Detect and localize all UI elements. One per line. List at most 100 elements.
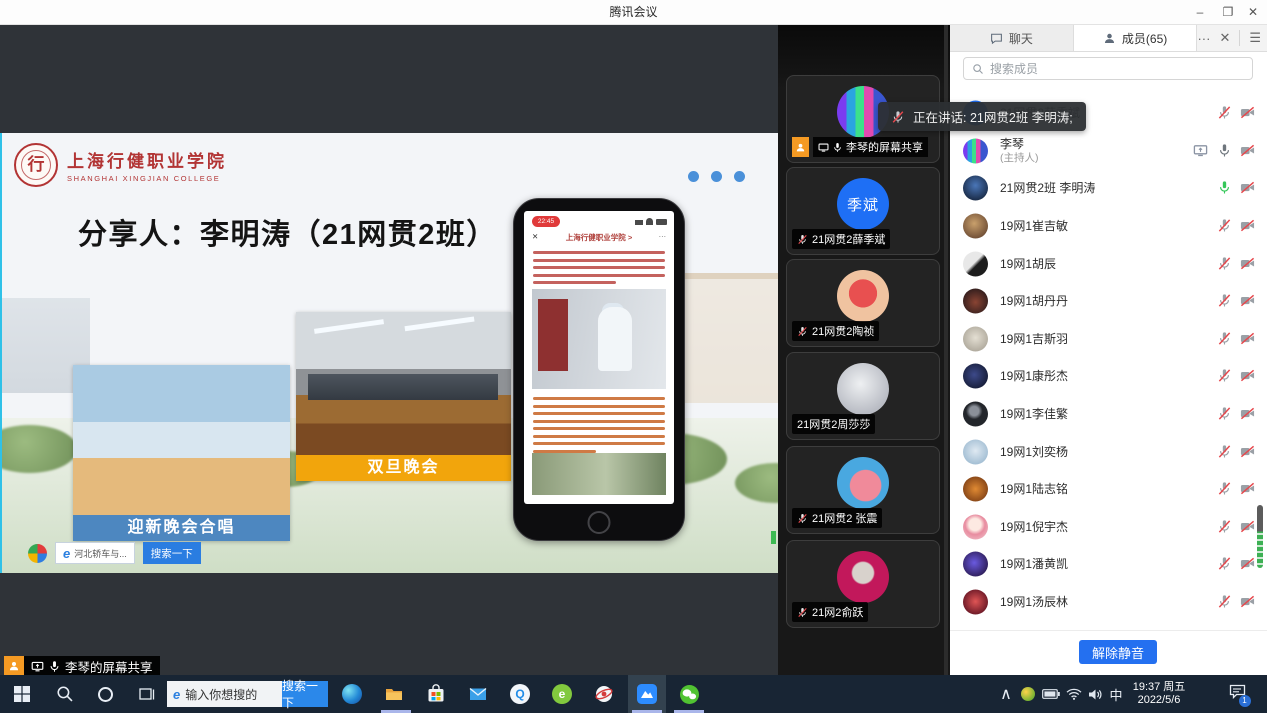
mic-muted-icon[interactable] (1217, 218, 1232, 233)
member-row[interactable]: 19网1汤辰林 (950, 583, 1267, 621)
tray-battery-icon[interactable] (1040, 675, 1062, 713)
panel-close-button[interactable]: ✕ (1219, 30, 1230, 46)
member-row[interactable]: 19网1胡丹丹 (950, 282, 1267, 320)
taskbar-app-wechat[interactable] (668, 675, 710, 713)
float-search-button[interactable]: 搜索一下 (143, 542, 201, 564)
camera-muted-icon[interactable] (1240, 218, 1255, 233)
member-row[interactable]: 19网1胡辰 (950, 245, 1267, 283)
360-logo-icon[interactable] (28, 544, 47, 563)
camera-muted-icon[interactable] (1240, 256, 1255, 271)
tray-expand-chevron-icon[interactable]: ∧ (996, 675, 1016, 713)
taskbar-app-qq-browser[interactable]: Q (499, 675, 541, 713)
participant-avatar (837, 551, 889, 603)
member-search-input[interactable]: 搜索成员 (963, 57, 1253, 80)
layout-menu-button[interactable]: ☰ (1249, 30, 1261, 46)
member-row[interactable]: 19网1康彤杰 (950, 357, 1267, 395)
member-row[interactable]: 19网1崔吉敏 (950, 207, 1267, 245)
taskbar-app-tencent-meeting[interactable] (626, 675, 668, 713)
member-row[interactable]: 19网1吉斯羽 (950, 320, 1267, 358)
taskbar-search-icon[interactable] (44, 675, 86, 713)
presenter-icon (792, 137, 809, 157)
tab-chat[interactable]: 聊天 (950, 25, 1074, 51)
camera-muted-icon[interactable] (1240, 444, 1255, 459)
mic-muted-icon[interactable] (1217, 481, 1232, 496)
mic-muted-icon[interactable] (797, 607, 808, 618)
member-avatar (963, 326, 988, 351)
mic-muted-icon[interactable] (797, 326, 808, 337)
tab-members[interactable]: 成员(65) (1074, 25, 1198, 51)
taskbar-search-button[interactable]: 搜索一下 (282, 681, 328, 707)
camera-muted-icon[interactable] (1240, 406, 1255, 421)
camera-muted-icon[interactable] (1240, 293, 1255, 308)
mic-muted-icon[interactable] (1217, 519, 1232, 534)
mic-muted-icon[interactable] (1217, 594, 1232, 609)
member-role: (主持人) (1000, 151, 1039, 165)
mic-muted-icon[interactable] (797, 234, 808, 245)
camera-muted-icon[interactable] (1240, 105, 1255, 120)
member-name: 19网1刘奕杨 (1000, 445, 1068, 459)
video-tile[interactable]: 季斌 21网贯2薛季斌 (786, 167, 940, 255)
mic-icon[interactable] (1217, 143, 1232, 158)
mic-speaking-icon[interactable] (1217, 180, 1232, 195)
mic-muted-icon[interactable] (1217, 331, 1232, 346)
shared-screen-content: 上海行健职业学院 SHANGHAI XINGJIAN COLLEGE 分享人：李… (0, 133, 778, 573)
camera-muted-icon[interactable] (1240, 143, 1255, 158)
taskbar-app-edge[interactable] (331, 675, 373, 713)
video-tile[interactable]: 21网2俞跃 (786, 540, 940, 628)
tray-volume-icon[interactable] (1085, 675, 1105, 713)
unmute-button[interactable]: 解除静音 (1079, 640, 1157, 664)
member-list-scrollbar[interactable] (1257, 505, 1263, 568)
camera-muted-icon[interactable] (1240, 556, 1255, 571)
camera-muted-icon[interactable] (1240, 519, 1255, 534)
video-tile-name: 21网贯2薛季斌 (812, 231, 885, 247)
tray-ime-indicator[interactable]: 中 (1106, 675, 1126, 713)
member-row[interactable]: 19网1潘黄凯 (950, 545, 1267, 583)
close-button[interactable]: ✕ (1239, 0, 1267, 25)
minimize-button[interactable]: – (1186, 0, 1214, 25)
screen-share-icon[interactable] (1193, 143, 1208, 158)
action-center-icon[interactable]: 1 (1222, 675, 1252, 713)
float-search-box[interactable]: e 河北轿车与... (55, 542, 135, 564)
task-view-icon[interactable] (126, 675, 168, 713)
mic-muted-icon[interactable] (797, 513, 808, 524)
video-tile[interactable]: 21网贯2 张震 (786, 446, 940, 534)
mic-muted-icon[interactable] (1217, 406, 1232, 421)
camera-muted-icon[interactable] (1240, 368, 1255, 383)
taskbar-app-store[interactable] (415, 675, 457, 713)
member-row[interactable]: 19网1倪宇杰 (950, 508, 1267, 546)
member-row[interactable]: 19网1刘奕杨 (950, 433, 1267, 471)
camera-muted-icon[interactable] (1240, 331, 1255, 346)
taskbar-app-360-browser[interactable]: e (541, 675, 583, 713)
mic-muted-icon[interactable] (1217, 293, 1232, 308)
taskbar-search-box[interactable]: e 输入你想搜的 搜索一下 (167, 681, 328, 707)
cortana-icon[interactable] (84, 675, 126, 713)
maximize-button[interactable]: ❐ (1214, 0, 1242, 25)
camera-muted-icon[interactable] (1240, 594, 1255, 609)
camera-muted-icon[interactable] (1240, 180, 1255, 195)
phone-home-button (588, 511, 611, 534)
member-name: 李琴 (1000, 137, 1024, 151)
member-row[interactable]: 李琴 (主持人) (950, 132, 1267, 170)
phone-screen: 22:45 ✕ 上海行健职业学院 > ⋯ (524, 211, 674, 504)
taskbar-app-satellite-tool[interactable] (583, 675, 625, 713)
mic-muted-icon[interactable] (1217, 105, 1232, 120)
tray-360-icon[interactable] (1018, 675, 1038, 713)
start-button[interactable] (1, 675, 43, 713)
video-tile[interactable]: 21网贯2陶祯 (786, 259, 940, 347)
mic-muted-icon[interactable] (1217, 368, 1232, 383)
video-tile-label: 21网贯2周莎莎 (792, 414, 875, 434)
titlebar: 腾讯会议 – ❐ ✕ (0, 0, 1267, 25)
video-tile[interactable]: 21网贯2周莎莎 (786, 352, 940, 440)
tray-clock[interactable]: 19:37 周五 2022/5/6 (1128, 675, 1190, 713)
mic-muted-icon[interactable] (1217, 444, 1232, 459)
taskbar-app-mail[interactable] (457, 675, 499, 713)
mic-muted-icon[interactable] (1217, 256, 1232, 271)
taskbar-app-file-explorer[interactable] (373, 675, 415, 713)
member-row[interactable]: 19网1李佳繁 (950, 395, 1267, 433)
member-row[interactable]: 21网贯2班 李明涛 (950, 169, 1267, 207)
camera-muted-icon[interactable] (1240, 481, 1255, 496)
mic-muted-icon[interactable] (1217, 556, 1232, 571)
member-row[interactable]: 19网1陆志铭 (950, 470, 1267, 508)
panel-more-button[interactable]: ··· (1197, 31, 1210, 46)
tray-wifi-icon[interactable] (1064, 675, 1084, 713)
